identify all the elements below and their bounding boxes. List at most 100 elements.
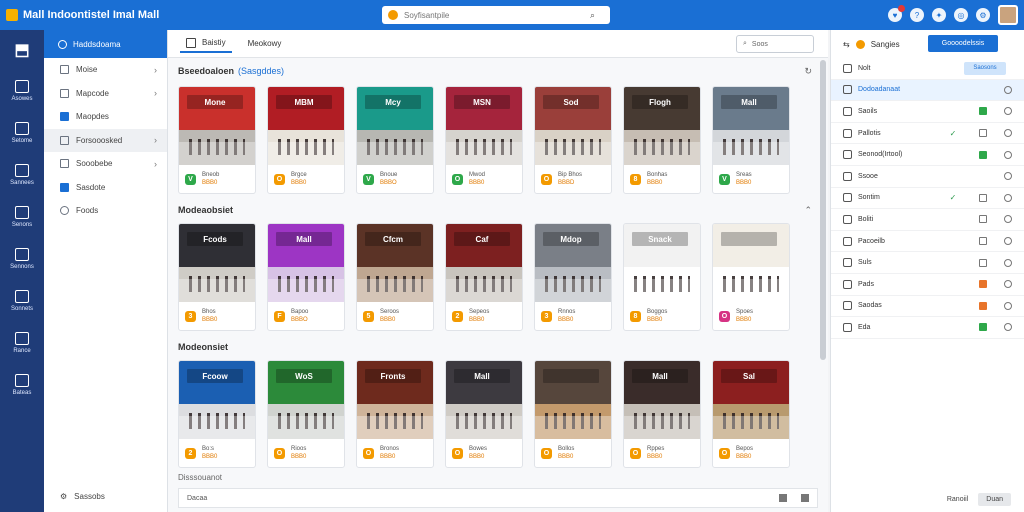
store-card[interactable]: Caf 2 Sepeos BBB0 <box>445 223 523 331</box>
settings-row[interactable]: Saodas <box>831 296 1024 318</box>
settings-row[interactable]: Saoils <box>831 101 1024 123</box>
row-radio[interactable] <box>998 85 1018 94</box>
row-radio[interactable] <box>998 172 1018 181</box>
search-icon[interactable]: ⌕ <box>590 10 595 21</box>
store-card[interactable]: Flogh 8 Bonhas BBB0 <box>623 86 701 194</box>
store-card[interactable]: Snack 8 Boggos BBB0 <box>623 223 701 331</box>
checkbox-icon[interactable] <box>979 280 987 289</box>
row-toggle[interactable] <box>968 215 998 224</box>
split-icon[interactable]: ⇆ <box>843 40 850 49</box>
row-radio[interactable] <box>998 280 1018 289</box>
row-toggle[interactable] <box>968 323 998 332</box>
rail-logo-icon[interactable]: ⬒ <box>0 30 44 70</box>
settings-row[interactable]: Suls <box>831 252 1024 274</box>
settings-row[interactable]: Ssooe <box>831 166 1024 188</box>
radio-icon[interactable] <box>1004 107 1012 116</box>
settings-row[interactable]: Sontim ✓ <box>831 188 1024 210</box>
store-card[interactable]: O Spoes BBB0 <box>712 223 790 331</box>
global-search-input[interactable] <box>404 10 584 20</box>
globe-icon[interactable]: ◎ <box>954 8 968 22</box>
radio-icon[interactable] <box>1004 193 1012 202</box>
checkbox-icon[interactable] <box>979 193 987 202</box>
row-toggle[interactable] <box>968 193 998 202</box>
rail-item-3[interactable]: Sannees <box>0 154 44 196</box>
radio-icon[interactable] <box>1004 301 1012 310</box>
row-toggle[interactable] <box>968 301 998 310</box>
row-toggle[interactable] <box>968 237 998 246</box>
settings-row[interactable]: Boliti <box>831 209 1024 231</box>
sidebar-item-2[interactable]: Mapcode › <box>44 82 167 106</box>
checkbox-icon[interactable] <box>979 150 987 159</box>
store-card[interactable]: Mall F Bapoo BBBO <box>267 223 345 331</box>
checkbox-icon[interactable] <box>979 258 987 267</box>
store-card[interactable]: MSN O Mwod BBB0 <box>445 86 523 194</box>
store-card[interactable]: WoS O Rioos BBB0 <box>267 360 345 468</box>
store-card[interactable]: O Bollos BBB0 <box>534 360 612 468</box>
row-radio[interactable] <box>998 237 1018 246</box>
store-card[interactable]: MBM O Brgce BBB0 <box>267 86 345 194</box>
footer-button[interactable]: Duan <box>978 492 1011 506</box>
store-card[interactable]: Fronts O Bronos BBB0 <box>356 360 434 468</box>
radio-icon[interactable] <box>1004 150 1012 159</box>
checkbox-icon[interactable] <box>979 323 987 332</box>
row-radio[interactable] <box>998 107 1018 116</box>
help-icon[interactable]: ? <box>910 8 924 22</box>
radio-icon[interactable] <box>1004 215 1012 224</box>
panel-action-button[interactable]: Goooodelssis <box>928 35 998 52</box>
settings-row[interactable]: Seonod(Irtool) <box>831 144 1024 166</box>
sidebar-item-6[interactable]: Sasdote <box>44 176 167 200</box>
row-toggle[interactable] <box>968 280 998 289</box>
rail-item-2[interactable]: Setome <box>0 112 44 154</box>
list-view-icon[interactable] <box>801 494 809 502</box>
main-search[interactable]: ⌕ Soos <box>736 35 814 53</box>
footer-link[interactable]: Ranoiil <box>947 496 968 503</box>
tab-history[interactable]: Meokowy <box>242 36 288 51</box>
rail-item-7[interactable]: Rance <box>0 322 44 364</box>
row-toggle[interactable] <box>968 258 998 267</box>
collapse-icon[interactable]: ⌃ <box>804 205 812 216</box>
rail-item-1[interactable]: Asowes <box>0 70 44 112</box>
tab-activity[interactable]: Baistiy <box>180 35 232 53</box>
row-radio[interactable] <box>998 150 1018 159</box>
store-card[interactable]: Mall O Rppes BBB0 <box>623 360 701 468</box>
sidebar-footer[interactable]: ⚙ Sassobs <box>44 486 168 506</box>
sidebar-item-5[interactable]: Sooobebe › <box>44 152 167 176</box>
row-radio[interactable] <box>998 129 1018 138</box>
checkbox-icon[interactable] <box>979 107 987 116</box>
row-radio[interactable] <box>998 301 1018 310</box>
rail-item-5[interactable]: Sennons <box>0 238 44 280</box>
rail-item-6[interactable]: Sonnets <box>0 280 44 322</box>
radio-icon[interactable] <box>1004 172 1012 181</box>
sidebar-item-3[interactable]: Maopdes <box>44 105 167 129</box>
row-radio[interactable] <box>998 258 1018 267</box>
store-card[interactable]: Cfcm 5 Seroos BBB0 <box>356 223 434 331</box>
radio-icon[interactable] <box>1004 129 1012 138</box>
radio-icon[interactable] <box>1004 237 1012 246</box>
settings-row[interactable]: Dodoadanaat <box>831 79 1024 102</box>
store-card[interactable]: Mall O Bowes BBB0 <box>445 360 523 468</box>
store-card[interactable]: Mdop 3 Rnnos BBB0 <box>534 223 612 331</box>
radio-icon[interactable] <box>1004 323 1012 332</box>
checkbox-icon[interactable] <box>979 301 987 310</box>
store-card[interactable]: Fcoow 2 Bo:s BBB0 <box>178 360 256 468</box>
sidebar-header[interactable]: Haddsdoama <box>44 30 167 58</box>
checkbox-icon[interactable] <box>979 129 987 138</box>
sidebar-item-1[interactable]: Moise › <box>44 58 167 82</box>
row-toggle[interactable] <box>968 150 998 159</box>
main-scrollbar[interactable] <box>820 60 826 360</box>
row-radio[interactable] <box>998 323 1018 332</box>
sidebar-item-4[interactable]: Forsooosked › <box>44 128 167 152</box>
rail-item-8[interactable]: Bateas <box>0 364 44 406</box>
row-radio[interactable] <box>998 193 1018 202</box>
store-card[interactable]: Mone V Bneob BBB0 <box>178 86 256 194</box>
puzzle-icon[interactable]: ✦ <box>932 8 946 22</box>
settings-row[interactable]: Eda <box>831 317 1024 339</box>
store-card[interactable]: Mall V Sreas BBB0 <box>712 86 790 194</box>
settings-row[interactable]: Pads <box>831 274 1024 296</box>
sidebar-item-7[interactable]: Foods <box>44 199 167 223</box>
store-card[interactable]: Mcy V Bnoue BBBO <box>356 86 434 194</box>
store-card[interactable]: Fcods 3 Bhos BBB0 <box>178 223 256 331</box>
store-card[interactable]: Sod O Bip Bhos BBBD <box>534 86 612 194</box>
row-toggle[interactable] <box>968 129 998 138</box>
rail-item-4[interactable]: Senons <box>0 196 44 238</box>
